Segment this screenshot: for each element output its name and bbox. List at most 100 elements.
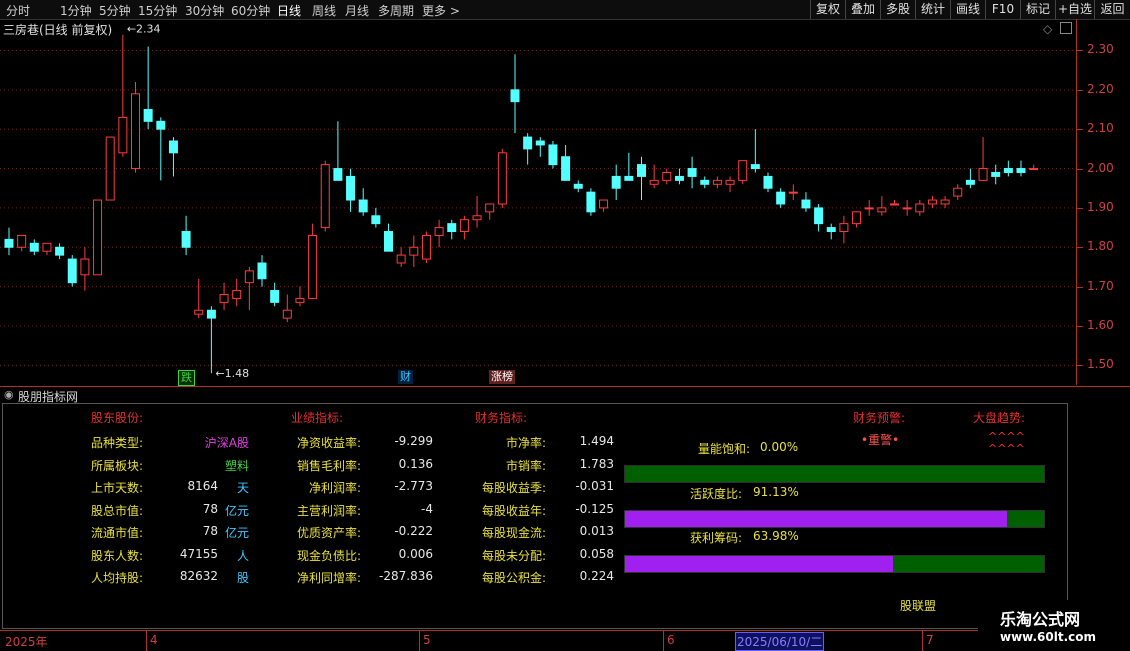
- period-weekly[interactable]: 周线: [312, 2, 336, 19]
- candle[interactable]: [156, 117, 166, 181]
- candle[interactable]: [877, 196, 887, 216]
- candle[interactable]: [105, 136, 115, 201]
- candle[interactable]: [396, 247, 406, 267]
- candle[interactable]: [206, 306, 216, 374]
- candle[interactable]: [29, 239, 39, 256]
- candle[interactable]: [1029, 164, 1039, 171]
- candle[interactable]: [637, 156, 646, 201]
- draw-line-button[interactable]: 画线: [950, 0, 985, 19]
- candle[interactable]: [131, 81, 140, 173]
- candle[interactable]: [953, 184, 963, 201]
- candle[interactable]: [4, 227, 14, 256]
- candle[interactable]: [927, 196, 937, 208]
- period-more[interactable]: 更多 >: [422, 2, 460, 19]
- period-1min[interactable]: 1分钟: [60, 2, 92, 19]
- candle[interactable]: [333, 121, 343, 181]
- candle[interactable]: [295, 286, 305, 307]
- candle[interactable]: [1016, 160, 1026, 177]
- candlestick-chart[interactable]: ←2.34 ←1.48: [0, 19, 1076, 385]
- maximize-icon[interactable]: [1060, 22, 1072, 34]
- candle[interactable]: [738, 160, 748, 185]
- candle[interactable]: [168, 137, 178, 177]
- candle[interactable]: [902, 200, 912, 216]
- candle[interactable]: [497, 148, 507, 208]
- multi-stock-button[interactable]: 多股: [880, 0, 915, 19]
- candle[interactable]: [687, 156, 697, 189]
- candle[interactable]: [447, 219, 457, 240]
- candle[interactable]: [459, 215, 469, 240]
- candle[interactable]: [801, 192, 811, 212]
- period-fenshi[interactable]: 分时: [6, 2, 30, 19]
- period-multi[interactable]: 多周期: [378, 2, 414, 19]
- period-60min[interactable]: 60分钟: [231, 2, 270, 19]
- candle[interactable]: [839, 215, 849, 244]
- add-watchlist-button[interactable]: +自选: [1055, 0, 1094, 19]
- candle[interactable]: [257, 255, 267, 287]
- candle[interactable]: [42, 242, 52, 256]
- restore-rights-button[interactable]: 复权: [810, 0, 845, 19]
- candle[interactable]: [991, 164, 1001, 185]
- candle[interactable]: [17, 234, 27, 252]
- candle[interactable]: [978, 137, 988, 181]
- diamond-icon[interactable]: ◇: [1043, 22, 1052, 36]
- candle[interactable]: [118, 34, 128, 157]
- candle[interactable]: [712, 176, 722, 189]
- back-button[interactable]: 返回: [1094, 0, 1130, 19]
- candle[interactable]: [67, 255, 77, 287]
- candle[interactable]: [270, 282, 280, 307]
- candle[interactable]: [194, 278, 204, 319]
- collapse-icon[interactable]: ◉: [4, 388, 14, 401]
- overlay-button[interactable]: 叠加: [845, 0, 880, 19]
- mark-button[interactable]: 标记: [1020, 0, 1055, 19]
- candle[interactable]: [320, 160, 330, 232]
- candle[interactable]: [1003, 160, 1013, 177]
- candle[interactable]: [308, 223, 318, 299]
- candle[interactable]: [371, 207, 381, 228]
- candle[interactable]: [282, 294, 292, 323]
- period-daily[interactable]: 日线: [277, 2, 301, 19]
- candle[interactable]: [890, 200, 899, 206]
- candle[interactable]: [548, 141, 558, 169]
- candle[interactable]: [485, 203, 495, 220]
- candle[interactable]: [662, 168, 672, 185]
- candle[interactable]: [510, 54, 520, 134]
- period-30min[interactable]: 30分钟: [185, 2, 224, 19]
- candle[interactable]: [814, 203, 824, 232]
- candle[interactable]: [750, 129, 760, 173]
- candle[interactable]: [421, 231, 431, 263]
- candle[interactable]: [864, 200, 874, 216]
- candle[interactable]: [788, 184, 798, 201]
- candle[interactable]: [472, 196, 482, 228]
- candle[interactable]: [384, 223, 393, 252]
- candle[interactable]: [232, 278, 242, 307]
- candle[interactable]: [535, 137, 545, 157]
- candle[interactable]: [826, 223, 836, 240]
- candle[interactable]: [674, 168, 684, 185]
- candle[interactable]: [611, 164, 621, 201]
- candle[interactable]: [940, 196, 950, 208]
- candle[interactable]: [624, 152, 634, 181]
- candle[interactable]: [181, 215, 191, 256]
- period-monthly[interactable]: 月线: [345, 2, 369, 19]
- candle[interactable]: [143, 46, 153, 130]
- candle[interactable]: [776, 188, 786, 208]
- candle[interactable]: [434, 219, 444, 248]
- candle[interactable]: [725, 176, 735, 193]
- f10-button[interactable]: F10: [985, 0, 1020, 19]
- candle[interactable]: [700, 176, 710, 189]
- candle[interactable]: [80, 247, 90, 291]
- candle[interactable]: [219, 282, 229, 311]
- candle[interactable]: [915, 200, 925, 216]
- candle[interactable]: [763, 172, 773, 193]
- candle[interactable]: [852, 211, 862, 228]
- candle[interactable]: [599, 199, 609, 212]
- candle[interactable]: [409, 235, 419, 267]
- period-5min[interactable]: 5分钟: [99, 2, 131, 19]
- candle[interactable]: [93, 199, 103, 276]
- candle[interactable]: [965, 168, 975, 189]
- candle[interactable]: [586, 188, 596, 216]
- candle[interactable]: [523, 133, 533, 165]
- statistics-button[interactable]: 统计: [915, 0, 950, 19]
- candle[interactable]: [55, 243, 65, 260]
- period-15min[interactable]: 15分钟: [138, 2, 177, 19]
